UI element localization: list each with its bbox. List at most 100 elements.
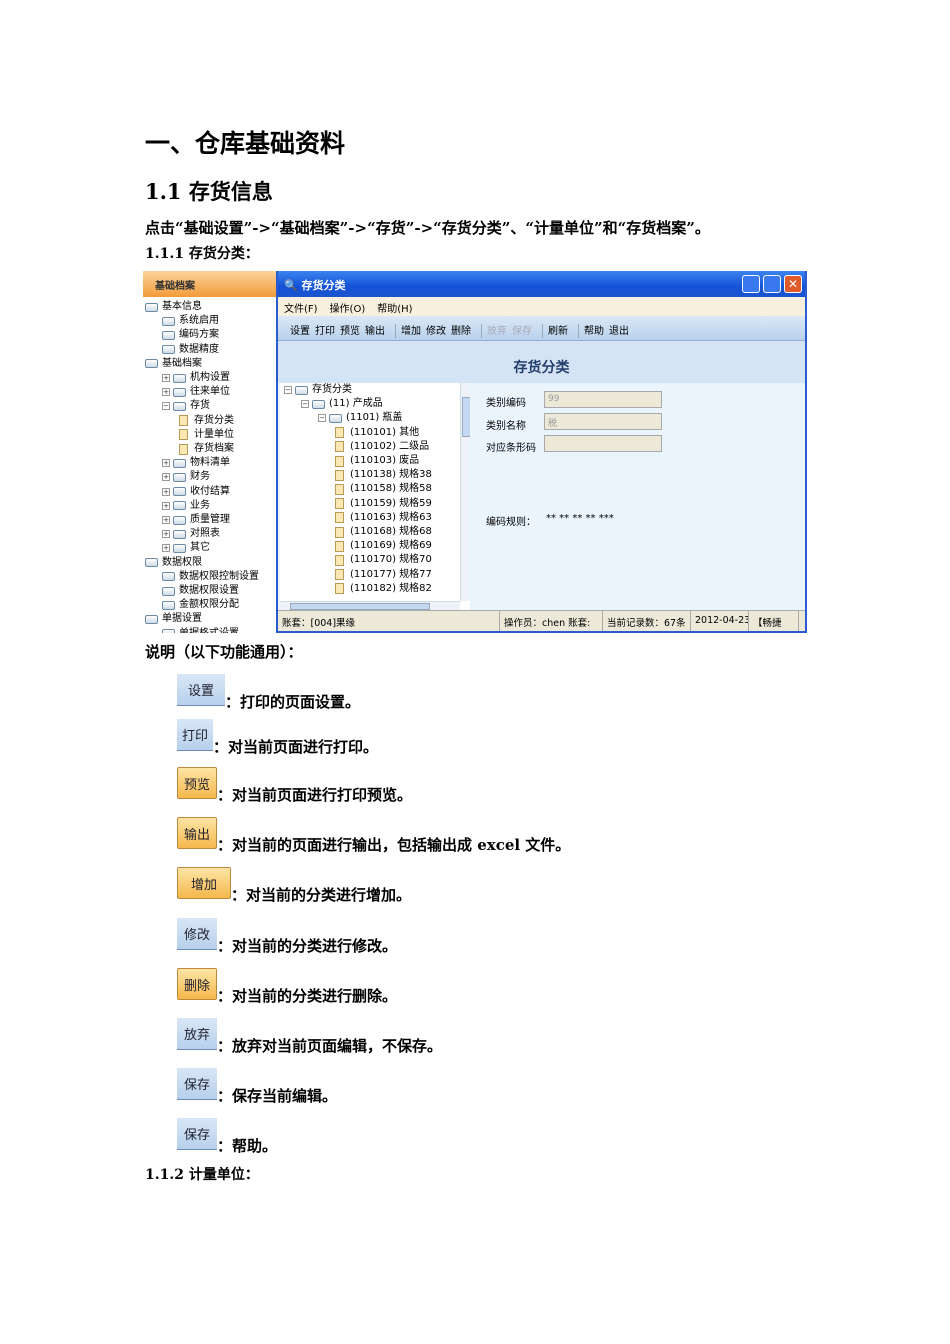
collapse-icon[interactable]: − [162,402,170,411]
tree-item[interactable]: 单据格式设置 [162,627,239,633]
coding-rule-label: 编码规则： [486,517,536,528]
expand-icon[interactable]: + [162,388,170,397]
tree-item[interactable]: (110159) 规格59 [335,497,432,511]
tree-item[interactable]: 数据精度 [162,343,219,357]
screenshot-inventory-category: 基础档案 基本信息 系统启用 编码方案 数据精度 基础档案 + 机构设置 + 往来单位 − 存货 存货… [143,271,807,633]
tree-item-label: 往来单位 [190,386,230,398]
expand-icon[interactable]: + [162,501,170,510]
expand-icon[interactable]: + [162,487,170,496]
tree-item[interactable]: 系统启用 [162,314,219,328]
tree-item[interactable]: (110101) 其他 [335,426,419,440]
tree-item[interactable]: 数据权限设置 [162,584,239,598]
menu-item[interactable]: 文件(F) [284,304,318,315]
tree-item-label: (1101) 瓶盖 [346,412,403,424]
button-description: ：帮助。 [217,1137,278,1155]
expand-icon[interactable]: + [162,530,170,539]
folder-icon [162,572,175,582]
tree-item[interactable]: (110168) 规格68 [335,525,432,539]
folder-icon [162,600,175,610]
tree-item[interactable]: + 质量管理 [162,513,230,527]
tree-item[interactable]: 存货档案 [179,442,234,456]
tree-item[interactable]: (110102) 二级品 [335,440,429,454]
toolbar-button[interactable]: 打印 [315,326,335,337]
window-title: 存货分类 [301,279,346,292]
toolbar-button[interactable]: 设置 [290,326,310,337]
code-field[interactable]: 99 [544,391,662,408]
toolbar-separator [542,324,543,338]
tree-item[interactable]: + 其它 [162,541,210,555]
tree-item[interactable]: (110177) 规格77 [335,568,432,582]
expand-icon[interactable]: + [162,459,170,468]
tree-item[interactable]: 存货分类 [179,414,234,428]
tree-item-label: 机构设置 [190,372,230,383]
tree-item-label: 其它 [190,542,210,554]
tree-item[interactable]: + 物料清单 [162,456,230,470]
search-icon: 🔍 [284,279,298,292]
tree-item[interactable]: − 存货分类 [284,383,352,397]
toolbar-button[interactable]: 修改 [426,326,446,337]
folder-icon [173,373,186,383]
tree-item[interactable]: (110138) 规格38 [335,468,432,482]
tree-item[interactable]: 单据设置 [145,612,202,626]
toolbar-button[interactable]: 退出 [609,326,629,337]
menu-item[interactable]: 操作(O) [330,304,366,315]
folder-icon [173,501,186,511]
tree-item[interactable]: 基本信息 [145,300,202,314]
minimize-button[interactable] [742,275,760,293]
tree-item[interactable]: − (1101) 瓶盖 [318,411,402,425]
document-icon [335,554,344,566]
toolbar-button[interactable]: 输出 [365,326,385,337]
tree-item[interactable]: + 往来单位 [162,385,230,399]
barcode-field[interactable] [544,435,662,452]
tree-item[interactable]: + 收付结算 [162,485,230,499]
toolbar-button[interactable]: 帮助 [584,326,604,337]
close-button[interactable]: ✕ [784,275,802,293]
collapse-icon[interactable]: − [284,386,292,394]
folder-icon [145,359,158,369]
tree-item[interactable]: (110103) 废品 [335,454,419,468]
collapse-icon[interactable]: − [301,400,309,409]
tree-item[interactable]: (110169) 规格69 [335,539,432,553]
expand-icon[interactable]: + [162,544,170,553]
tree-item[interactable]: (110170) 规格70 [335,553,432,567]
tree-item[interactable]: 数据权限 [145,556,202,570]
tree-item[interactable]: 基础档案 [145,357,202,371]
tree-item[interactable]: + 机构设置 [162,371,230,385]
tree-item[interactable]: 数据权限控制设置 [162,570,259,584]
tree-item[interactable]: (110182) 规格82 [335,582,432,596]
tree-item[interactable]: + 财务 [162,470,210,484]
tree-item-label: (110182) 规格82 [350,582,432,594]
tree-item[interactable]: (110163) 规格63 [335,511,432,525]
tree-item[interactable]: − 存货 [162,399,210,413]
status-operator: 操作员：chen 账套: [500,611,603,631]
vertical-scrollbar[interactable] [460,383,470,601]
toolbar-button[interactable]: 预览 [340,326,360,337]
menu-item[interactable]: 帮助(H) [377,304,412,315]
tree-item[interactable]: + 对照表 [162,527,220,541]
toolbar-button[interactable]: 放弃 [487,326,507,337]
tree-item[interactable]: 金额权限分配 [162,598,239,612]
collapse-icon[interactable]: − [318,414,326,423]
document-icon [179,415,188,427]
toolbar-button[interactable]: 刷新 [548,326,568,337]
toolbar-button[interactable]: 增加 [401,326,421,337]
expand-icon[interactable]: + [162,473,170,482]
tree-item-label: 数据权限 [162,556,202,568]
document-icon [335,569,344,581]
tree-item[interactable]: 计量单位 [179,428,234,442]
tree-item-label: 金额权限分配 [179,599,239,611]
maximize-button[interactable] [763,275,781,293]
expand-icon[interactable]: + [162,516,170,524]
tree-item[interactable]: + 业务 [162,499,210,513]
button-legend-row: 输出 ：对当前的页面进行输出，包括输出成 excel 文件。 [177,817,570,854]
toolbar-button[interactable]: 保存 [512,326,532,337]
name-field[interactable]: 税 [544,413,662,430]
tree-item[interactable]: 编码方案 [162,328,219,342]
tree-item[interactable]: − (11) 产成品 [301,397,383,411]
button-description: ：对当前的分类进行增加。 [231,886,412,904]
tree-item[interactable]: (110158) 规格58 [335,482,432,496]
tree-item-label: 财务 [190,471,210,483]
toolbar-separator [481,324,482,338]
expand-icon[interactable]: + [162,374,170,382]
toolbar-button[interactable]: 删除 [451,326,471,337]
